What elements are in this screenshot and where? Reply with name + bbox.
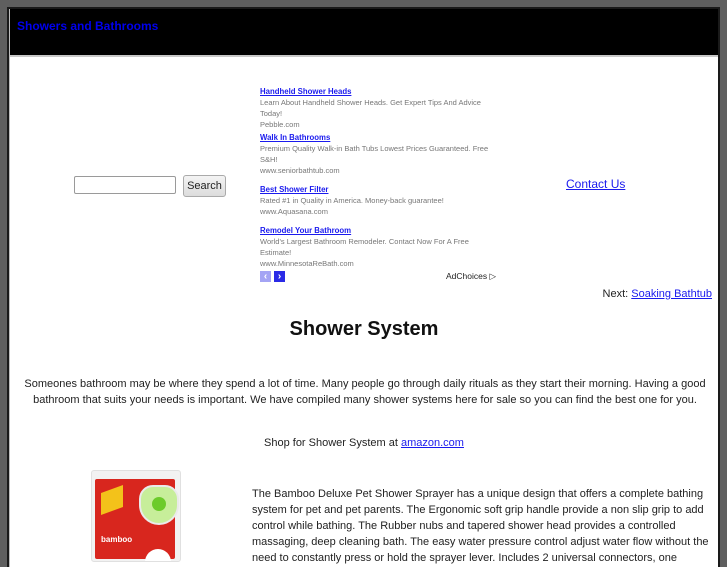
shower-head-image <box>139 485 179 525</box>
contact-us-link[interactable]: Contact Us <box>566 177 625 191</box>
pet-photo-circle <box>145 549 171 561</box>
site-title-link[interactable]: Showers and Bathrooms <box>17 19 158 33</box>
adchoices-icon: ▷ <box>489 271 496 281</box>
ad-description: World's Largest Bathroom Remodeler. Cont… <box>260 237 469 257</box>
package-label-sticker <box>101 484 123 516</box>
ad-navigation: ‹ › AdChoices ▷ <box>260 271 496 283</box>
ad-url[interactable]: www.seniorbathtub.com <box>260 165 496 176</box>
ad-description: Rated #1 in Quality in America. Money-ba… <box>260 196 444 205</box>
product-description: The Bamboo Deluxe Pet Shower Sprayer has… <box>252 488 709 564</box>
package-brand-text: bamboo <box>101 535 133 544</box>
chevron-left-icon[interactable]: ‹ <box>260 271 271 282</box>
ad-item: Best Shower Filter Rated #1 in Quality i… <box>260 184 496 217</box>
chevron-right-icon[interactable]: › <box>274 271 285 282</box>
next-article-link[interactable]: Soaking Bathtub <box>631 288 712 300</box>
ad-title-link[interactable]: Remodel Your Bathroom <box>260 225 496 236</box>
amazon-link[interactable]: amazon.com <box>401 437 464 449</box>
paw-icon <box>152 497 166 511</box>
ad-description: Premium Quality Walk-in Bath Tubs Lowest… <box>260 144 489 164</box>
ad-item: Handheld Shower Heads Learn About Handhe… <box>260 86 496 130</box>
page-frame: Showers and Bathrooms Search Handheld Sh… <box>7 7 720 567</box>
ad-item: Remodel Your Bathroom World's Largest Ba… <box>260 225 496 269</box>
shop-prefix: Shop for Shower System at <box>264 437 398 449</box>
search-input[interactable] <box>74 176 176 194</box>
ad-title-link[interactable]: Walk In Bathrooms <box>260 132 496 143</box>
adchoices-label: AdChoices <box>445 271 488 281</box>
ad-url[interactable]: www.MinnesotaReBath.com <box>260 258 496 269</box>
site-header: Showers and Bathrooms <box>10 9 718 57</box>
next-article-nav: Next: Soaking Bathtub <box>603 288 712 300</box>
package-background: bamboo <box>95 479 179 561</box>
page-content: Showers and Bathrooms Search Handheld Sh… <box>9 9 718 567</box>
next-prefix: Next: <box>602 288 629 300</box>
page-title: Shower System <box>289 318 439 340</box>
ad-title-link[interactable]: Handheld Shower Heads <box>260 86 496 97</box>
ad-description: Learn About Handheld Shower Heads. Get E… <box>260 98 481 118</box>
adchoices-link[interactable]: AdChoices ▷ <box>446 271 496 282</box>
ad-url[interactable]: www.Aquasana.com <box>260 206 496 217</box>
shop-line: Shop for Shower System at amazon.com <box>10 437 718 449</box>
ad-title-link[interactable]: Best Shower Filter <box>260 184 496 195</box>
intro-paragraph: Someones bathroom may be where they spen… <box>24 378 706 406</box>
ad-item: Walk In Bathrooms Premium Quality Walk-i… <box>260 132 496 176</box>
ad-url[interactable]: Pebble.com <box>260 119 496 130</box>
search-button[interactable]: Search <box>183 175 226 197</box>
product-image[interactable]: bamboo <box>91 470 181 562</box>
ad-block: Handheld Shower Heads Learn About Handhe… <box>260 86 496 271</box>
